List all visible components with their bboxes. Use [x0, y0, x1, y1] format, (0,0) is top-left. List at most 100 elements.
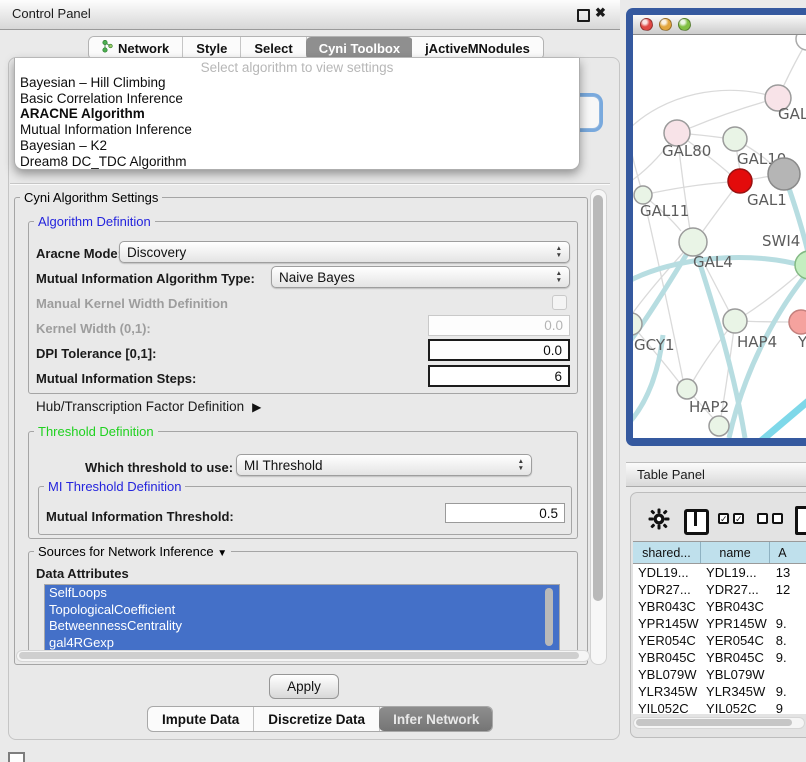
tab-impute-data[interactable]: Impute Data: [148, 707, 254, 731]
apply-button[interactable]: Apply: [269, 674, 339, 699]
table-row[interactable]: YBR045CYBR045C9.: [633, 649, 806, 666]
hub-definition-expander[interactable]: Hub/Transcription Factor Definition ▶: [36, 399, 261, 414]
network-node[interactable]: [728, 169, 752, 193]
algorithm-dropdown-popup: Select algorithm to view settings Bayesi…: [14, 58, 580, 170]
data-attributes-list[interactable]: SelfLoopsTopologicalCoefficientBetweenne…: [44, 584, 560, 652]
tab-style[interactable]: Style: [183, 37, 241, 59]
network-node[interactable]: [768, 158, 800, 190]
algorithm-option[interactable]: ARACNE Algorithm: [15, 106, 579, 122]
network-node-label: Y: [797, 333, 806, 351]
table-cell: 12: [771, 581, 806, 598]
network-node-label: HAP2: [689, 398, 729, 416]
close-traffic-light-icon[interactable]: [640, 18, 653, 31]
which-threshold-select[interactable]: MI Threshold ▲▼: [236, 454, 532, 476]
network-edge: [643, 182, 729, 195]
attribute-list-item[interactable]: TopologicalCoefficient: [45, 602, 559, 619]
sources-group-title[interactable]: Sources for Network Inference ▼: [34, 544, 231, 559]
float-window-icon[interactable]: [577, 9, 590, 22]
settings-scrollbar-track[interactable]: [590, 189, 607, 665]
kernel-width-input[interactable]: 0.0: [428, 315, 570, 336]
settings-hscrollbar-track[interactable]: [16, 650, 590, 662]
network-node[interactable]: [723, 127, 747, 151]
network-node[interactable]: [789, 310, 806, 334]
table-hscrollbar-thumb[interactable]: [636, 719, 792, 726]
mi-threshold-input[interactable]: 0.5: [445, 503, 565, 523]
network-canvas-svg: GALGAL80GAL10GAL1GAL11GAL4SWI4GCY1HAP4YH…: [633, 35, 806, 438]
mi-algorithm-type-select[interactable]: Naive Bayes ▲▼: [271, 266, 570, 288]
attribute-list-item[interactable]: SelfLoops: [45, 585, 559, 602]
tab-cyni-toolbox[interactable]: Cyni Toolbox: [306, 37, 413, 59]
checkbox-checked-icon: ✓: [733, 513, 744, 524]
manual-kernel-checkbox[interactable]: [552, 295, 567, 310]
network-node-label: GAL1: [747, 191, 787, 209]
network-edge: [633, 90, 778, 130]
mi-steps-input[interactable]: 6: [428, 365, 570, 387]
network-node-label: GCY1: [634, 336, 675, 354]
algorithm-dropdown-items: Bayesian – Hill ClimbingBasic Correlatio…: [15, 75, 579, 169]
table-row[interactable]: YER054CYER054C8.: [633, 632, 806, 649]
tab-jactivemnodules[interactable]: jActiveMNodules: [412, 37, 543, 59]
table-row[interactable]: YDL19...YDL19...13: [633, 564, 806, 581]
close-icon[interactable]: ✖: [595, 5, 606, 21]
table-cell: YER054C: [701, 632, 771, 649]
table-hscrollbar-track[interactable]: [633, 717, 805, 729]
table-body: YDL19...YDL19...13YDR27...YDR27...12YBR0…: [633, 564, 806, 714]
table-row[interactable]: YBR043CYBR043C: [633, 598, 806, 615]
network-node[interactable]: [633, 313, 642, 335]
hub-definition-label: Hub/Transcription Factor Definition: [36, 399, 244, 414]
table-row[interactable]: YPR145WYPR145W9.: [633, 615, 806, 632]
tab-select[interactable]: Select: [241, 37, 306, 59]
checkbox-unchecked-icon: [757, 513, 768, 524]
combo-arrows-icon: ▲▼: [556, 246, 562, 258]
tab-discretize-data[interactable]: Discretize Data: [254, 707, 380, 731]
column-header-partial[interactable]: A: [770, 542, 806, 563]
dpi-tolerance-input[interactable]: 0.0: [428, 339, 570, 361]
control-panel-title: Control Panel: [12, 6, 91, 21]
network-node-label: GAL: [778, 105, 806, 123]
algorithm-option[interactable]: Mutual Information Inference: [15, 122, 579, 138]
network-node[interactable]: [796, 35, 806, 50]
network-node[interactable]: [709, 416, 729, 436]
document-icon[interactable]: [795, 506, 806, 535]
network-node[interactable]: [795, 251, 806, 279]
network-node[interactable]: [677, 379, 697, 399]
bottom-tabstrip: Impute Data Discretize Data Infer Networ…: [147, 706, 493, 732]
algorithm-option[interactable]: Bayesian – Hill Climbing: [15, 75, 579, 91]
attribute-list-item[interactable]: BetweennessCentrality: [45, 618, 559, 635]
floating-panel-icon-partial[interactable]: [8, 752, 25, 762]
data-attributes-label: Data Attributes: [36, 566, 129, 581]
tab-discretize-data-label: Discretize Data: [268, 712, 365, 727]
tab-infer-network[interactable]: Infer Network: [379, 707, 493, 731]
settings-scrollbar-thumb[interactable]: [593, 195, 603, 601]
attribute-list-item[interactable]: gal4RGexp: [45, 635, 559, 652]
table-cell: YLR345W: [633, 683, 701, 700]
table-row[interactable]: YIL052CYIL052C9: [633, 700, 806, 714]
table-row[interactable]: YDR27...YDR27...12: [633, 581, 806, 598]
minimize-traffic-light-icon[interactable]: [659, 18, 672, 31]
table-cell: YPR145W: [633, 615, 701, 632]
zoom-traffic-light-icon[interactable]: [678, 18, 691, 31]
gear-icon[interactable]: [648, 508, 670, 535]
algorithm-option[interactable]: Dream8 DC_TDC Algorithm: [15, 154, 579, 170]
algorithm-option[interactable]: Basic Correlation Inference: [15, 91, 579, 107]
algorithm-option[interactable]: Bayesian – K2: [15, 138, 579, 154]
aracne-mode-select[interactable]: Discovery ▲▼: [119, 241, 570, 263]
network-window-titlebar[interactable]: [633, 15, 806, 35]
attributes-scrollbar-thumb[interactable]: [545, 588, 553, 646]
column-header-name[interactable]: name: [701, 542, 771, 563]
select-all-columns-icon[interactable]: ✓ ✓: [718, 513, 744, 524]
settings-hscrollbar-thumb[interactable]: [19, 652, 579, 659]
deselect-all-columns-icon[interactable]: [757, 513, 783, 524]
network-node[interactable]: [679, 228, 707, 256]
network-canvas[interactable]: GALGAL80GAL10GAL1GAL11GAL4SWI4GCY1HAP4YH…: [633, 35, 806, 438]
tab-network[interactable]: Network: [89, 37, 183, 59]
split-columns-icon[interactable]: [684, 509, 709, 535]
tab-style-label: Style: [196, 41, 227, 56]
column-header-shared-name[interactable]: shared...: [633, 542, 701, 563]
table-row[interactable]: YBL079WYBL079W: [633, 666, 806, 683]
table-row[interactable]: YLR345WYLR345W9.: [633, 683, 806, 700]
aracne-mode-value: Discovery: [127, 245, 186, 260]
which-threshold-value: MI Threshold: [244, 458, 323, 473]
node-table: shared... name A YDL19...YDL19...13YDR27…: [633, 541, 806, 714]
network-node[interactable]: [723, 309, 747, 333]
